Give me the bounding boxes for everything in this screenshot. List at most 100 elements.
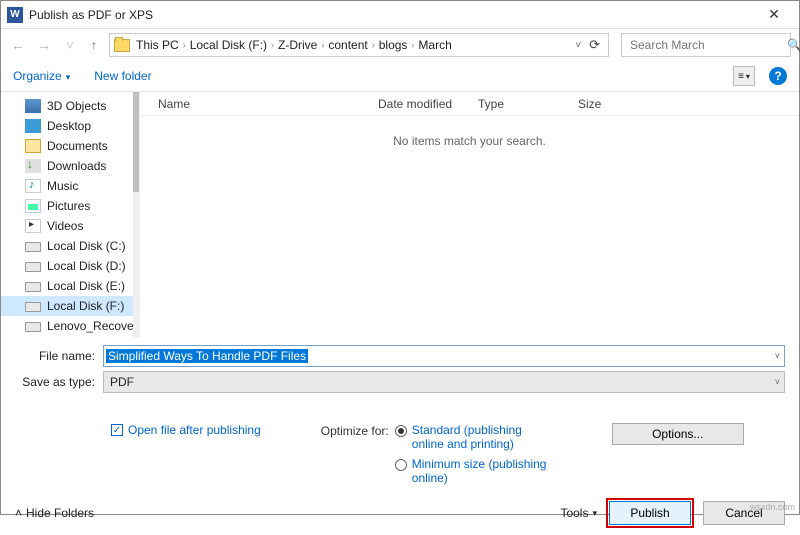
view-mode-button[interactable]: ≡▾ (733, 66, 755, 86)
tree-item[interactable]: Local Disk (F:) (1, 296, 139, 316)
toolbar: Organize▾ New folder ≡▾ ? (1, 61, 799, 91)
titlebar: W Publish as PDF or XPS ✕ (1, 1, 799, 29)
navbar: ← → ˅ ↑ This PC › Local Disk (F:) › Z-Driv… (1, 29, 799, 61)
filename-input[interactable]: Simplified Ways To Handle PDF Files ˅ (103, 345, 785, 367)
tools-dropdown[interactable]: Tools ▾ (560, 506, 597, 520)
breadcrumb-item[interactable]: blogs (379, 38, 408, 52)
close-icon[interactable]: ✕ (753, 6, 795, 23)
tree-item-label: Local Disk (E:) (47, 279, 125, 293)
tree-item[interactable]: Local Disk (C:) (1, 236, 139, 256)
breadcrumb-item[interactable]: March (418, 38, 451, 52)
dialog-window: W Publish as PDF or XPS ✕ ← → ˅ ↑ This P… (0, 0, 800, 515)
tree-item[interactable]: Music (1, 176, 139, 196)
organize-button[interactable]: Organize▾ (13, 69, 70, 83)
tree-item-label: Documents (47, 139, 108, 153)
dialog-footer: ˄ Hide Folders Tools ▾ Publish Cancel (1, 495, 799, 535)
address-dropdown-icon[interactable]: ˅ (571, 40, 585, 51)
tree-item[interactable]: Documents (1, 136, 139, 156)
radio-icon (395, 425, 407, 437)
publish-button[interactable]: Publish (609, 501, 691, 525)
3d-icon (25, 99, 41, 113)
hide-folders-button[interactable]: ˄ Hide Folders (15, 506, 94, 520)
word-app-icon: W (7, 7, 23, 23)
breadcrumb: This PC › Local Disk (F:) › Z-Drive › conte… (136, 38, 571, 52)
music-icon (25, 179, 41, 193)
address-bar[interactable]: This PC › Local Disk (F:) › Z-Drive › conte… (109, 33, 609, 57)
column-headers: Name Date modified Type Size (140, 92, 799, 116)
filename-value: Simplified Ways To Handle PDF Files (106, 349, 308, 363)
chevron-down-icon[interactable]: ˅ (775, 351, 780, 361)
search-icon[interactable]: 🔍 (787, 38, 800, 52)
savetype-input[interactable]: PDF ˅ (103, 371, 785, 393)
open-after-label: Open file after publishing (128, 423, 261, 437)
drive-icon (25, 282, 41, 292)
breadcrumb-item[interactable]: Local Disk (F:) (190, 38, 267, 52)
options-button[interactable]: Options... (612, 423, 744, 445)
forward-icon: → (35, 37, 53, 53)
up-icon[interactable]: ↑ (87, 38, 101, 52)
main-area: 3D Objects Desktop Documents Downloads Music… (1, 91, 799, 337)
breadcrumb-item[interactable]: This PC (136, 38, 179, 52)
back-icon[interactable]: ← (9, 37, 27, 53)
tree-item-label: Local Disk (D:) (47, 259, 126, 273)
radio-minimum[interactable]: Minimum size (publishing online) (395, 457, 552, 485)
tree-item[interactable]: Lenovo_Recover (1, 316, 139, 336)
tree-item[interactable]: Downloads (1, 156, 139, 176)
tree-item-label: Desktop (47, 119, 91, 133)
radio-icon (395, 459, 407, 471)
help-icon[interactable]: ? (769, 67, 787, 85)
tree-item[interactable]: Desktop (1, 116, 139, 136)
tree-item-label: Lenovo_Recover (47, 319, 138, 333)
col-size[interactable]: Size (578, 97, 638, 111)
chevron-right-icon[interactable]: › (411, 40, 414, 50)
drive-icon (25, 242, 41, 252)
tree-item[interactable]: Pictures (1, 196, 139, 216)
col-type[interactable]: Type (478, 97, 578, 111)
tree-item[interactable]: Local Disk (D:) (1, 256, 139, 276)
desktop-icon (25, 119, 41, 133)
chevron-right-icon[interactable]: › (372, 40, 375, 50)
search-input[interactable] (628, 37, 787, 53)
checkbox-icon: ✓ (111, 424, 123, 436)
breadcrumb-item[interactable]: content (328, 38, 367, 52)
nav-tree[interactable]: 3D Objects Desktop Documents Downloads Music… (1, 92, 139, 337)
window-title: Publish as PDF or XPS (29, 8, 753, 22)
breadcrumb-item[interactable]: Z-Drive (278, 38, 317, 52)
recent-dropdown-icon[interactable]: ˅ (61, 37, 79, 53)
tree-item-label: Local Disk (F:) (47, 299, 124, 313)
pic-icon (25, 199, 41, 213)
dl-icon (25, 159, 41, 173)
chevron-down-icon[interactable]: ˅ (775, 377, 780, 387)
savetype-label: Save as type: (15, 375, 103, 389)
vid-icon (25, 219, 41, 233)
tree-item[interactable]: Videos (1, 216, 139, 236)
radio-standard[interactable]: Standard (publishing online and printing… (395, 423, 552, 451)
col-date[interactable]: Date modified (378, 97, 478, 111)
chevron-right-icon[interactable]: › (271, 40, 274, 50)
optimize-label: Optimize for: (321, 424, 389, 485)
docs-icon (25, 139, 41, 153)
tree-item-label: Videos (47, 219, 83, 233)
tree-item[interactable]: 3D Objects (1, 96, 139, 116)
drive-icon (25, 302, 41, 312)
tree-item-label: Downloads (47, 159, 106, 173)
new-folder-button[interactable]: New folder (94, 69, 151, 83)
watermark: wsxdn.com (750, 502, 795, 512)
open-after-checkbox[interactable]: ✓ Open file after publishing (111, 423, 261, 437)
col-name[interactable]: Name (158, 97, 378, 111)
chevron-right-icon[interactable]: › (321, 40, 324, 50)
tree-item[interactable]: Local Disk (E:) (1, 276, 139, 296)
empty-message: No items match your search. (140, 134, 799, 148)
search-box[interactable]: 🔍 (621, 33, 791, 57)
tree-item-label: Pictures (47, 199, 90, 213)
file-pane: Name Date modified Type Size No items ma… (139, 92, 799, 337)
drive-icon (25, 262, 41, 272)
refresh-icon[interactable]: ⟳ (585, 37, 604, 53)
publish-options: ✓ Open file after publishing Optimize fo… (1, 405, 799, 495)
drive-icon (25, 322, 41, 332)
tree-item-label: 3D Objects (47, 99, 106, 113)
savetype-value: PDF (110, 375, 134, 389)
tree-item-label: Music (47, 179, 78, 193)
folder-icon (114, 39, 130, 52)
chevron-right-icon[interactable]: › (183, 40, 186, 50)
